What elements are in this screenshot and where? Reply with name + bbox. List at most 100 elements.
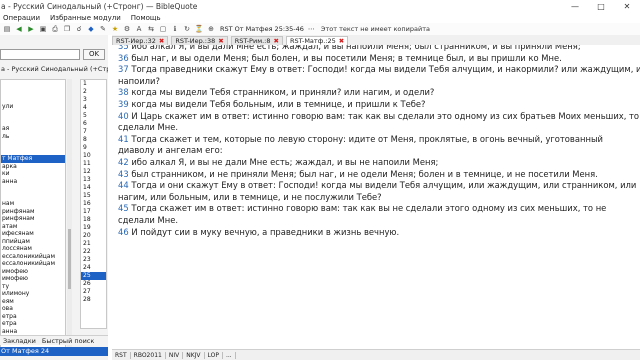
book-item[interactable]	[1, 88, 65, 96]
settings-icon[interactable]: ⚙	[122, 25, 132, 34]
book-item[interactable]: ппийцам	[1, 238, 65, 246]
verse-number[interactable]: 45	[118, 203, 129, 213]
book-item[interactable]: т Матфея	[1, 155, 65, 163]
scrollbar-thumb[interactable]	[68, 229, 71, 289]
book-item[interactable]: нам	[1, 200, 65, 208]
zoom-icon[interactable]: ⊕	[206, 25, 216, 34]
chapter-item[interactable]: 9	[81, 144, 106, 152]
book-item[interactable]: ки	[1, 170, 65, 178]
chapter-item[interactable]: 17	[81, 208, 106, 216]
book-item[interactable]: анна	[1, 178, 65, 186]
book-item[interactable]: имофею	[1, 268, 65, 276]
book-item[interactable]	[1, 110, 65, 118]
verse-number[interactable]: 40	[118, 111, 129, 121]
menu-help[interactable]: Помощь	[131, 14, 161, 22]
chapter-item[interactable]: 1	[81, 80, 106, 88]
back-icon[interactable]: ◀	[14, 25, 24, 34]
chapter-item[interactable]: 23	[81, 256, 106, 264]
verse-number[interactable]: 36	[118, 53, 129, 63]
book-item[interactable]: етра	[1, 320, 65, 328]
module-tab-nkjv[interactable]: NKJV	[183, 351, 205, 359]
book-item[interactable]	[1, 95, 65, 103]
book-item[interactable]: етра	[1, 313, 65, 321]
book-item[interactable]: ессалоникийцам	[1, 253, 65, 261]
verse-number[interactable]: 43	[118, 169, 129, 179]
module-tab-niv[interactable]: NIV	[166, 351, 184, 359]
chapter-item[interactable]: 16	[81, 200, 106, 208]
print-icon[interactable]: ⎙	[50, 25, 60, 34]
compare-icon[interactable]: ⇆	[146, 25, 156, 34]
chapter-item[interactable]: 19	[81, 224, 106, 232]
maximize-icon[interactable]: □	[588, 0, 614, 12]
search-icon[interactable]: ☌	[74, 25, 84, 34]
book-item[interactable]: еям	[1, 298, 65, 306]
chapter-item[interactable]: 22	[81, 248, 106, 256]
verse-number[interactable]: 41	[118, 134, 129, 144]
book-item[interactable]	[1, 185, 65, 193]
document-tab[interactable]: RST-Рим.:8 ✖	[230, 36, 283, 45]
book-item[interactable]	[1, 193, 65, 201]
reference-input[interactable]	[0, 49, 80, 60]
chapter-item[interactable]: 21	[81, 240, 106, 248]
info-icon[interactable]: ℹ	[170, 25, 180, 34]
chapter-item[interactable]: 14	[81, 184, 106, 192]
module-tab-more[interactable]: ...	[223, 351, 236, 359]
tab-bookmarks[interactable]: Закладки	[0, 337, 39, 345]
menu-operations[interactable]: Операции	[3, 14, 40, 22]
menu-favorite-modules[interactable]: Избранные модули	[50, 14, 121, 22]
book-item[interactable]: ль	[1, 133, 65, 141]
book-item[interactable]	[1, 80, 65, 88]
chapter-item[interactable]: 7	[81, 128, 106, 136]
chapter-item[interactable]: 27	[81, 288, 106, 296]
book-item[interactable]: ули	[1, 103, 65, 111]
chapter-item[interactable]: 2	[81, 88, 106, 96]
verse-number[interactable]: 44	[118, 180, 129, 190]
book-list[interactable]: ули ая ль т Матфея арка ки анна нам ринфянам ринф…	[0, 79, 66, 351]
chapter-item[interactable]: 20	[81, 232, 106, 240]
book-item[interactable]: ринфянам	[1, 208, 65, 216]
memo-icon[interactable]: ✎	[98, 25, 108, 34]
close-icon[interactable]: ✕	[614, 0, 640, 12]
chapter-item[interactable]: 25	[81, 272, 106, 280]
chapter-item[interactable]: 8	[81, 136, 106, 144]
chapter-item[interactable]: 3	[81, 96, 106, 104]
chapter-item[interactable]: 4	[81, 104, 106, 112]
book-item[interactable]: атам	[1, 223, 65, 231]
book-item[interactable]: илимону	[1, 290, 65, 298]
chapter-item[interactable]: 13	[81, 176, 106, 184]
book-item[interactable]: ринфянам	[1, 215, 65, 223]
book-item[interactable]: лоссянам	[1, 245, 65, 253]
verse-number[interactable]: 38	[118, 87, 129, 97]
chapter-item[interactable]: 12	[81, 168, 106, 176]
chapter-item[interactable]: 5	[81, 112, 106, 120]
save-icon[interactable]: ▣	[38, 25, 48, 34]
module-tab-lop[interactable]: LOP	[205, 351, 223, 359]
new-tab-icon[interactable]: ▤	[2, 25, 12, 34]
history-item[interactable]: От Матфея 24	[0, 347, 108, 356]
verse-number[interactable]: 37	[118, 64, 129, 74]
chapter-item[interactable]: 10	[81, 152, 106, 160]
book-item[interactable]: ая	[1, 125, 65, 133]
history-icon[interactable]: ⏳	[194, 25, 204, 34]
refresh-icon[interactable]: ↻	[182, 25, 192, 34]
ok-button[interactable]: OK	[83, 49, 105, 60]
module-tab-rst[interactable]: RST	[112, 351, 131, 359]
book-item[interactable]	[1, 148, 65, 156]
book-item[interactable]	[1, 140, 65, 148]
chapter-item[interactable]: 26	[81, 280, 106, 288]
document-tab[interactable]: RST-Матф.:25 ✖	[285, 36, 349, 45]
document-tab[interactable]: RST-Иер.:32 ✖	[112, 36, 169, 45]
verse-number[interactable]: 39	[118, 99, 129, 109]
book-item[interactable]	[1, 118, 65, 126]
strong-icon[interactable]: ◆	[86, 25, 96, 34]
tab-quick-search[interactable]: Быстрый поиск	[39, 337, 97, 345]
chapter-item[interactable]: 28	[81, 296, 106, 304]
verse-number[interactable]: 46	[118, 227, 129, 237]
book-item[interactable]: ова	[1, 305, 65, 313]
copy-icon[interactable]: ❐	[62, 25, 72, 34]
chapter-item[interactable]: 6	[81, 120, 106, 128]
chapter-item[interactable]: 24	[81, 264, 106, 272]
verse-number[interactable]: 35	[118, 45, 129, 51]
chapter-item[interactable]: 18	[81, 216, 106, 224]
book-item[interactable]: имофею	[1, 275, 65, 283]
